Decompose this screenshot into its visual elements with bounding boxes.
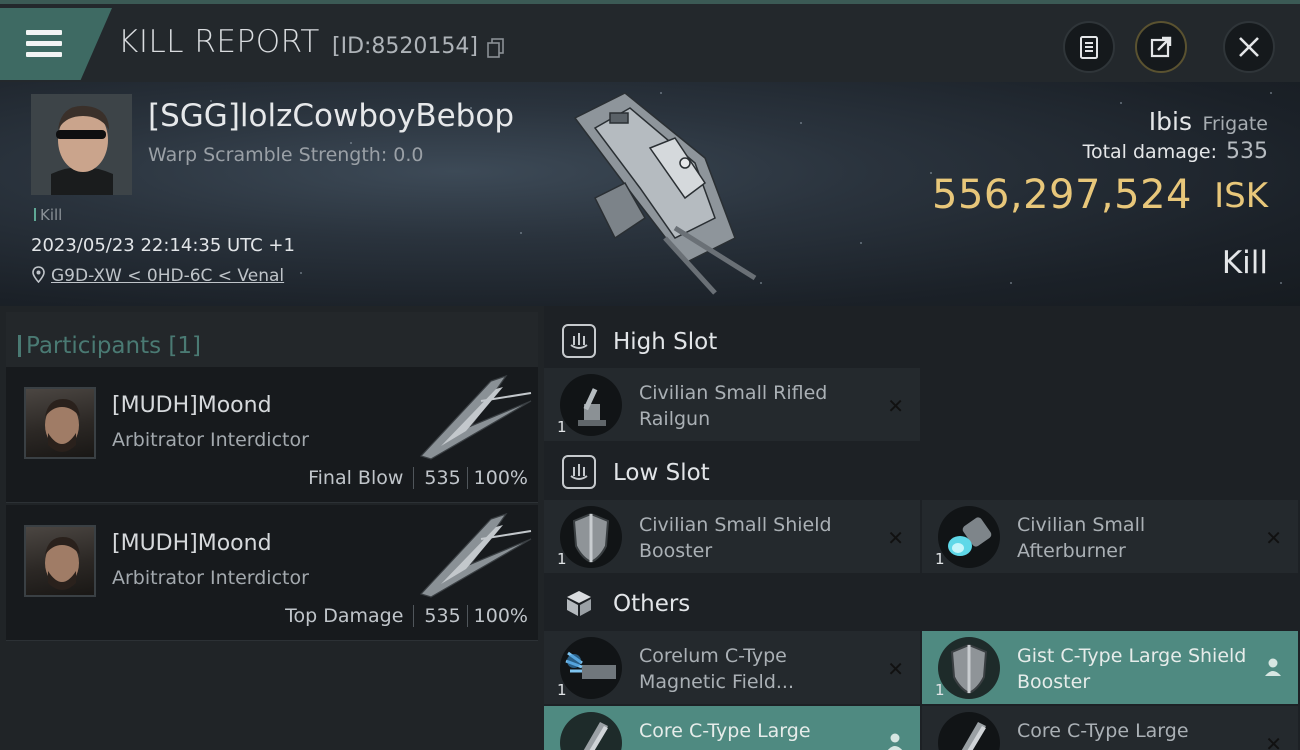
share-button[interactable] (1135, 21, 1187, 73)
module-item[interactable]: 1 Core C-Type Large ✕ (922, 706, 1298, 750)
kill-result: Kill (1221, 245, 1268, 281)
module-item[interactable]: 1 Civilian Small Rifled Railgun ✕ (544, 368, 920, 441)
participant-stats: Top Damage 535 100% (285, 605, 528, 627)
isk-value: 556,297,524 (932, 172, 1192, 218)
module-name: Core C-Type Large (1017, 720, 1189, 742)
module-quantity: 1 (557, 681, 567, 699)
module-quantity: 1 (557, 418, 567, 436)
destroyed-x-icon: ✕ (887, 657, 904, 681)
module-name: Civilian Small Afterburner (1017, 514, 1146, 562)
avatar (24, 525, 96, 597)
victim-portrait[interactable] (31, 94, 132, 195)
magnetic-field-icon (560, 637, 622, 699)
high-slot-title: High Slot (613, 329, 718, 355)
ship-name[interactable]: Ibis (1149, 107, 1192, 136)
victim-name[interactable]: [SGG]lolzCowboyBebop (148, 98, 514, 134)
copy-icon[interactable] (487, 38, 505, 58)
railgun-icon (560, 374, 622, 436)
total-damage-label: Total damage: (1082, 141, 1217, 163)
report-log-button[interactable] (1063, 21, 1115, 73)
close-button[interactable] (1223, 21, 1275, 73)
destroyed-x-icon: ✕ (1265, 732, 1282, 750)
module-item[interactable]: 1 Corelum C-Type Magnetic Field... ✕ (544, 631, 920, 704)
shield-booster-icon (560, 506, 622, 568)
participant-percent: 100% (473, 605, 528, 627)
location-link[interactable]: G9D-XW < 0HD-6C < Venal (32, 266, 284, 286)
afterburner-icon (938, 506, 1000, 568)
fitting-panel: High Slot 1 Civilian Small Rifled Railgu… (544, 306, 1300, 750)
participants-panel: Participants [1] [MUDH]Moond Arbitrator … (0, 306, 544, 750)
participant-ship-image (419, 374, 532, 460)
module-quantity: 1 (557, 550, 567, 568)
ship-class: Frigate (1202, 113, 1268, 135)
others-title: Others (613, 591, 691, 617)
module-item[interactable]: 1 Gist C-Type Large Shield Booster (922, 631, 1298, 704)
avatar (31, 94, 132, 195)
participants-header: Participants [1] (6, 312, 538, 372)
cargo-box-icon (562, 586, 596, 620)
dropped-person-icon (886, 732, 904, 750)
participant-ship-image (419, 512, 532, 598)
top-bar: KILL REPORT [ID:8520154] (0, 0, 1300, 82)
participant-percent: 100% (473, 467, 528, 489)
high-slot-icon (562, 324, 596, 358)
location-text: G9D-XW < 0HD-6C < Venal (51, 266, 285, 286)
participant-name: [MUDH]Moond (112, 393, 272, 418)
low-slot-header: Low Slot (544, 441, 1300, 503)
module-item[interactable]: 1 Civilian Small Shield Booster ✕ (544, 500, 920, 573)
high-slot-header: High Slot (544, 310, 1300, 372)
dropped-person-icon (1264, 657, 1282, 682)
core-module-icon (938, 712, 1000, 750)
hamburger-icon (26, 30, 62, 58)
participants-title: Participants [1] (18, 333, 201, 359)
kill-tag: Kill (34, 206, 62, 224)
destroyed-x-icon: ✕ (887, 526, 904, 550)
clipboard-icon (1080, 36, 1098, 59)
kill-timestamp: 2023/05/23 22:14:35 UTC +1 (31, 235, 295, 256)
report-id: [ID:8520154] (332, 34, 478, 59)
participant-stats: Final Blow 535 100% (308, 467, 528, 489)
participant-ship: Arbitrator Interdictor (112, 429, 309, 451)
warp-scramble-strength: Warp Scramble Strength: 0.0 (148, 144, 424, 166)
module-name: Civilian Small Rifled Railgun (639, 382, 828, 430)
module-name: Civilian Small Shield Booster (639, 514, 832, 562)
others-header: Others (544, 572, 1300, 634)
shield-booster-icon (938, 637, 1000, 699)
isk-unit: ISK (1214, 176, 1268, 216)
total-damage-value: 535 (1226, 139, 1268, 164)
participant-damage: 535 (424, 467, 461, 489)
destroyed-x-icon: ✕ (887, 394, 904, 418)
location-pin-icon (32, 266, 45, 283)
participant-card[interactable]: [MUDH]Moond Arbitrator Interdictor Top D… (6, 505, 538, 641)
core-module-icon (560, 712, 622, 750)
module-name: Corelum C-Type Magnetic Field... (639, 645, 795, 693)
module-quantity: 1 (935, 550, 945, 568)
close-icon (1239, 37, 1259, 57)
avatar (24, 387, 96, 459)
module-item[interactable]: 1 Core C-Type Large (544, 706, 920, 750)
menu-button[interactable] (0, 8, 112, 80)
low-slot-icon (562, 455, 596, 489)
share-icon (1150, 36, 1172, 58)
module-name: Gist C-Type Large Shield Booster (1017, 645, 1247, 693)
destroyed-x-icon: ✕ (1265, 526, 1282, 550)
participant-role: Final Blow (308, 467, 404, 489)
low-slot-title: Low Slot (613, 460, 710, 486)
participant-ship: Arbitrator Interdictor (112, 567, 309, 589)
participant-name: [MUDH]Moond (112, 531, 272, 556)
module-name: Core C-Type Large (639, 720, 811, 742)
participant-role: Top Damage (285, 605, 404, 627)
participant-card[interactable]: [MUDH]Moond Arbitrator Interdictor Final… (6, 367, 538, 503)
module-quantity: 1 (935, 681, 945, 699)
page-title: KILL REPORT (118, 24, 320, 60)
participant-damage: 535 (424, 605, 461, 627)
module-item[interactable]: 1 Civilian Small Afterburner ✕ (922, 500, 1298, 573)
ship-render-image (573, 92, 757, 295)
